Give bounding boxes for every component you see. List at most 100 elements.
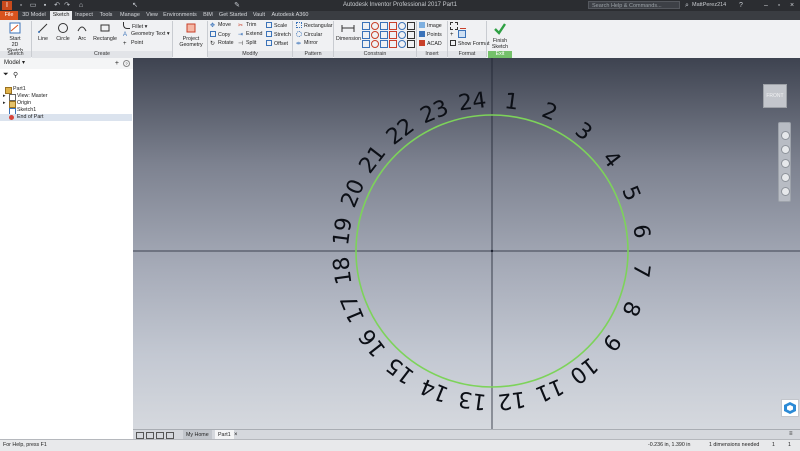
dial-number-24: 24 <box>457 88 488 116</box>
show-constraints-icon[interactable] <box>362 40 370 48</box>
search-input[interactable]: Search Help & Commands... <box>588 1 680 9</box>
minimize-icon[interactable]: – <box>760 0 772 11</box>
help-badge[interactable] <box>781 399 799 417</box>
tab-menu-icon[interactable]: ≡ <box>789 431 793 437</box>
tree-item-end-of-part[interactable]: End of Part <box>0 114 132 121</box>
symmetric-icon[interactable] <box>398 31 406 39</box>
circular-pattern-button[interactable]: Circular <box>296 31 322 38</box>
tree-item-sketch1[interactable]: Sketch1 <box>0 107 132 115</box>
show-format-button[interactable]: Show Format <box>450 40 490 47</box>
arc-button[interactable]: Arc <box>76 22 88 42</box>
line-button[interactable]: Line <box>36 22 50 42</box>
pan-icon[interactable] <box>781 145 790 154</box>
rotate-button[interactable]: ↻ Rotate <box>210 40 234 47</box>
tab-manage[interactable]: Manage <box>117 11 143 20</box>
fillet-button[interactable]: Fillet ▾ <box>123 22 147 30</box>
tab-sketch[interactable]: Sketch <box>50 11 72 20</box>
tab-3d-model[interactable]: 3D Model <box>19 11 49 20</box>
extend-icon: ⇥ <box>238 32 244 38</box>
arc-label: Arc <box>78 36 86 42</box>
tile-icon[interactable] <box>136 432 144 439</box>
orbit-icon[interactable] <box>781 173 790 182</box>
horizontal-icon[interactable] <box>362 31 370 39</box>
search-icon[interactable]: ⌕ <box>682 1 692 10</box>
graphics-viewport[interactable]: 1 2 3 4 5 6 7 8 9 10 11 12 13 14 15 16 17 18 19 20 21 22 23 24 … <box>133 58 800 439</box>
dimension-display-icon[interactable] <box>398 40 406 48</box>
expand-icon[interactable]: ▸ <box>3 100 6 107</box>
help-icon[interactable]: ? <box>123 60 130 67</box>
concentric-icon[interactable] <box>380 22 388 30</box>
perpendicular-icon[interactable] <box>407 22 415 30</box>
tab-file[interactable]: File <box>0 11 18 20</box>
filter-icon[interactable]: ⏷ <box>3 71 9 79</box>
rectangle-button[interactable]: Rectangle <box>93 22 117 42</box>
insert-points-button[interactable]: Points <box>419 31 442 38</box>
viewcube[interactable]: FRONT <box>763 84 787 108</box>
trim-button[interactable]: ✂ Trim <box>238 22 256 29</box>
mirror-button[interactable]: ⇹ Mirror <box>296 40 318 47</box>
smooth-icon[interactable] <box>389 31 397 39</box>
constraint-settings-icon[interactable] <box>371 40 379 48</box>
tree-item-view-master[interactable]: ▸ View: Master <box>0 93 132 101</box>
move-button[interactable]: ✥ Move <box>210 22 231 29</box>
look-at-icon[interactable] <box>781 187 790 196</box>
geometry-text-button[interactable]: A Geometry Text ▾ <box>123 31 170 38</box>
relax-mode-icon[interactable] <box>389 40 397 48</box>
tab-autodesk-a360[interactable]: Autodesk A360 <box>269 11 311 20</box>
cascade-icon[interactable] <box>146 432 154 439</box>
tab-vault[interactable]: Vault <box>250 11 268 20</box>
tree-item-origin[interactable]: ▸ Origin <box>0 100 132 108</box>
tangent-icon[interactable] <box>380 31 388 39</box>
tab-inspect[interactable]: Inspect <box>73 11 95 20</box>
driven-dimension-button[interactable] <box>458 30 468 39</box>
point-button[interactable]: + Point <box>123 40 143 47</box>
finish-sketch-button[interactable]: Finish Sketch <box>489 22 511 50</box>
insert-acad-button[interactable]: ACAD <box>419 40 442 47</box>
arrange-icon[interactable] <box>156 432 164 439</box>
equal-icon[interactable] <box>407 31 415 39</box>
dimension-button[interactable]: Dimension <box>336 22 361 42</box>
circle-label: Circle <box>56 36 70 42</box>
expand-icon[interactable]: ▸ <box>3 93 6 100</box>
find-icon[interactable]: ⚲ <box>13 71 18 79</box>
tree-item-part1[interactable]: Part1 <box>0 86 132 94</box>
rectangular-pattern-button[interactable]: Rectangular <box>296 22 333 29</box>
circle-button[interactable]: Circle <box>55 22 71 42</box>
coincident-icon[interactable] <box>362 22 370 30</box>
model-browser-title[interactable]: Model <box>4 60 20 66</box>
finish-sketch-label: Finish Sketch <box>491 38 509 50</box>
circular-pattern-icon <box>296 31 302 37</box>
collinear-icon[interactable] <box>371 22 379 30</box>
split-button[interactable]: ⊣ Split <box>238 40 256 47</box>
vertical-icon[interactable] <box>371 31 379 39</box>
copy-button[interactable]: Copy <box>210 31 230 38</box>
help-icon[interactable]: ? <box>736 1 746 10</box>
offset-button[interactable]: Offset <box>266 40 288 47</box>
insert-image-button[interactable]: Image <box>419 22 442 29</box>
fix-icon[interactable] <box>389 22 397 30</box>
steering-wheel-icon[interactable] <box>781 131 790 140</box>
tab-get-started[interactable]: Get Started <box>217 11 249 20</box>
add-icon[interactable]: + <box>115 58 119 69</box>
start-2d-sketch-button[interactable]: Start 2D Sketch <box>4 22 26 54</box>
tab-tools[interactable]: Tools <box>96 11 116 20</box>
center-point-button[interactable]: + <box>450 31 458 38</box>
parallel-icon[interactable] <box>398 22 406 30</box>
windows-icon[interactable] <box>166 432 174 439</box>
tab-environments[interactable]: Environments <box>161 11 199 20</box>
restore-icon[interactable]: ▫ <box>773 0 785 11</box>
project-geometry-button[interactable]: Project Geometry <box>178 22 204 48</box>
scale-button[interactable]: Scale <box>266 22 287 29</box>
stretch-button[interactable]: Stretch <box>266 31 291 38</box>
inference-icon[interactable] <box>407 40 415 48</box>
sketch-canvas[interactable]: 1 234567891011121314151617181920212223 24 <box>133 58 800 439</box>
user-name[interactable]: MattPerez214 <box>692 1 726 10</box>
centerline-button[interactable] <box>460 22 468 30</box>
points-label: Points <box>427 32 442 38</box>
extend-button[interactable]: ⇥ Extend <box>238 31 263 38</box>
close-icon[interactable]: × <box>786 0 798 11</box>
tab-view[interactable]: View <box>144 11 160 20</box>
zoom-icon[interactable] <box>781 159 790 168</box>
tab-bim[interactable]: BIM <box>200 11 216 20</box>
auto-dimension-icon[interactable] <box>380 40 388 48</box>
